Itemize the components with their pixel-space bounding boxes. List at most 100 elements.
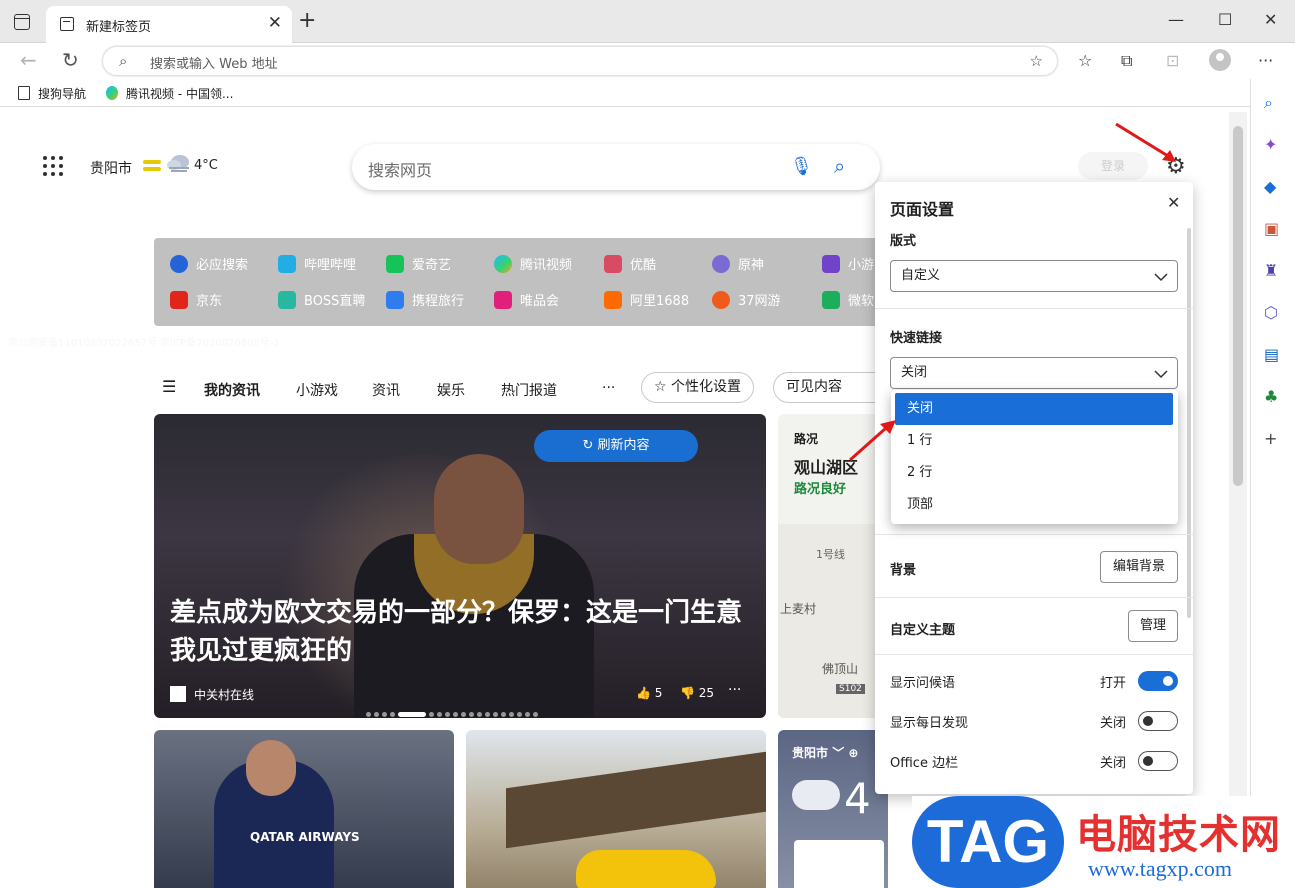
add-favorite-icon[interactable]: ☆ bbox=[1030, 52, 1043, 70]
carousel-dots[interactable] bbox=[366, 706, 541, 717]
outlook-icon[interactable]: ▤ bbox=[1264, 345, 1279, 364]
tab-news[interactable]: 资讯 bbox=[372, 380, 400, 400]
close-tab-icon[interactable]: ✕ bbox=[268, 13, 282, 33]
app-launcher-icon[interactable] bbox=[43, 156, 63, 176]
quicklink-boss[interactable]: BOSS直聘 bbox=[278, 290, 365, 309]
toolbar: ← ↻ ⌕ 搜索或输入 Web 地址 ☆ ☆ ⧉ ⊡ ··· bbox=[0, 43, 1295, 79]
tab-newtab[interactable]: 新建标签页 ✕ bbox=[46, 6, 292, 43]
tab-trending[interactable]: 热门报道 bbox=[501, 380, 557, 400]
quicklink-minigames[interactable]: 小游 bbox=[822, 254, 874, 273]
profile-avatar[interactable] bbox=[1209, 49, 1231, 71]
chevron-down-icon bbox=[1154, 273, 1168, 282]
settings-more-icon[interactable]: ··· bbox=[1258, 51, 1273, 70]
quick-links: 必应搜索 哔哩哔哩 爱奇艺 腾讯视频 优酷 原神 小游 京东 BOSS直聘 携程… bbox=[154, 238, 894, 326]
quicklink-bilibili[interactable]: 哔哩哔哩 bbox=[278, 254, 356, 273]
hero-news-card[interactable]: ↻ 刷新内容 差点成为欧文交易的一部分？保罗：这是一门生意 我见过更疯狂的 中关… bbox=[154, 414, 766, 718]
quicklink-vip[interactable]: 唯品会 bbox=[494, 290, 559, 309]
search-icon[interactable]: ⌕ bbox=[834, 154, 845, 178]
microsoft365-icon[interactable]: ⬡ bbox=[1264, 303, 1278, 322]
quicklinks-dropdown: 关闭 1 行 2 行 顶部 bbox=[891, 390, 1178, 524]
quicklink-genshin[interactable]: 原神 bbox=[712, 254, 764, 273]
map-label: 1号线 bbox=[816, 548, 845, 561]
quicklink-youku[interactable]: 优酷 bbox=[604, 254, 656, 273]
manage-theme-button[interactable]: 管理 bbox=[1128, 610, 1178, 642]
weather-warning-map bbox=[794, 840, 884, 888]
quicklink-tencent-video[interactable]: 腾讯视频 bbox=[494, 254, 572, 273]
watermark-logo: TAG bbox=[912, 796, 1064, 888]
address-bar[interactable]: ⌕ 搜索或输入 Web 地址 ☆ bbox=[102, 46, 1058, 76]
more-options-icon[interactable]: ··· bbox=[728, 682, 741, 698]
bookmark-sogou[interactable]: 搜狗导航 bbox=[18, 85, 86, 102]
option-top[interactable]: 顶部 bbox=[895, 489, 1173, 521]
add-sidebar-app-icon[interactable]: + bbox=[1264, 429, 1277, 448]
quicklink-iqiyi[interactable]: 爱奇艺 bbox=[386, 254, 451, 273]
bookmark-label: 搜狗导航 bbox=[38, 87, 87, 101]
tree-icon[interactable]: ♣ bbox=[1264, 387, 1278, 406]
scrollbar-thumb[interactable] bbox=[1233, 126, 1243, 486]
news-card-soccer[interactable]: QATAR AIRWAYS bbox=[154, 730, 454, 888]
feed-tabs: ☰ 我的资讯 小游戏 资讯 娱乐 热门报道 ··· ☆ 个性化设置 可见内容 bbox=[160, 372, 893, 403]
hero-headline[interactable]: 差点成为欧文交易的一部分？保罗：这是一门生意 我见过更疯狂的 bbox=[170, 594, 750, 670]
page-scrollbar[interactable] bbox=[1229, 112, 1247, 888]
tab-actions-icon[interactable] bbox=[14, 14, 30, 30]
microphone-icon[interactable]: 🎙 bbox=[790, 156, 813, 177]
office-sidebar-toggle[interactable] bbox=[1138, 751, 1178, 771]
news-card-car[interactable] bbox=[466, 730, 766, 888]
copilot-icon[interactable]: ✦ bbox=[1264, 135, 1277, 154]
new-tab-icon[interactable]: + bbox=[298, 9, 316, 33]
menu-icon[interactable]: ☰ bbox=[162, 377, 176, 396]
extension-icon[interactable]: ⊡ bbox=[1166, 51, 1179, 70]
bookmarks-bar: 搜狗导航 腾讯视频 - 中国领... bbox=[0, 79, 1250, 107]
maximize-icon[interactable]: ☐ bbox=[1218, 10, 1232, 29]
quicklink-1688[interactable]: 阿里1688 bbox=[604, 290, 689, 309]
like-button[interactable]: 👍 5 bbox=[636, 686, 662, 700]
panel-scrollbar[interactable] bbox=[1187, 228, 1191, 618]
weather-card-city[interactable]: 贵阳市 ﹀ ⊕ bbox=[792, 744, 858, 761]
greeting-toggle[interactable] bbox=[1138, 671, 1178, 691]
quicklink-jd[interactable]: 京东 bbox=[170, 290, 222, 309]
quicklink-ctrip[interactable]: 携程旅行 bbox=[386, 290, 464, 309]
bookmark-tencent-video[interactable]: 腾讯视频 - 中国领... bbox=[106, 85, 233, 102]
tab-more[interactable]: ··· bbox=[602, 380, 615, 396]
search-icon[interactable]: ⌕ bbox=[1264, 93, 1273, 113]
quicklink-bing[interactable]: 必应搜索 bbox=[170, 254, 248, 273]
quicklinks-select[interactable]: 关闭 bbox=[890, 357, 1178, 389]
option-2-rows[interactable]: 2 行 bbox=[895, 457, 1173, 489]
quicklink-37[interactable]: 37网游 bbox=[712, 290, 781, 309]
collections-icon[interactable]: ⧉ bbox=[1121, 51, 1132, 71]
tools-icon[interactable]: ▣ bbox=[1264, 219, 1279, 238]
option-off[interactable]: 关闭 bbox=[895, 393, 1173, 425]
tab-my-feed[interactable]: 我的资讯 bbox=[204, 380, 260, 400]
web-search-box[interactable]: 搜索网页 🎙 ⌕ bbox=[352, 144, 880, 190]
daily-discover-toggle[interactable] bbox=[1138, 711, 1178, 731]
vip-icon bbox=[494, 291, 512, 309]
search-placeholder: 搜索网页 bbox=[368, 161, 433, 180]
option-1-row[interactable]: 1 行 bbox=[895, 425, 1173, 457]
back-icon[interactable]: ← bbox=[20, 49, 37, 71]
close-window-icon[interactable]: ✕ bbox=[1264, 10, 1277, 29]
games-icon[interactable]: ♜ bbox=[1264, 261, 1278, 280]
edit-background-button[interactable]: 编辑背景 bbox=[1100, 551, 1178, 583]
favorites-icon[interactable]: ☆ bbox=[1078, 51, 1092, 70]
weather-city[interactable]: 贵阳市 bbox=[90, 158, 132, 178]
tab-minigames[interactable]: 小游戏 bbox=[296, 380, 338, 400]
microsoft-icon bbox=[822, 291, 840, 309]
personalize-button[interactable]: ☆ 个性化设置 bbox=[641, 372, 755, 403]
tab-entertainment[interactable]: 娱乐 bbox=[437, 380, 465, 400]
weather-temp[interactable]: 4°C bbox=[194, 158, 218, 173]
hero-source: 中关村在线 bbox=[170, 686, 254, 703]
weather-card[interactable]: 贵阳市 ﹀ ⊕ 4 bbox=[778, 730, 888, 888]
layout-select[interactable]: 自定义 bbox=[890, 260, 1178, 292]
traffic-label: 路况 bbox=[794, 432, 819, 446]
refresh-icon[interactable]: ↻ bbox=[62, 49, 79, 71]
daily-discover-state: 关闭 bbox=[1100, 716, 1127, 731]
close-icon[interactable]: ✕ bbox=[1167, 193, 1180, 212]
tab-strip: 新建标签页 ✕ + — ☐ ✕ bbox=[0, 0, 1295, 43]
refresh-content-button[interactable]: ↻ 刷新内容 bbox=[534, 430, 698, 462]
quicklink-microsoft[interactable]: 微软 bbox=[822, 290, 874, 309]
source-logo-icon bbox=[170, 686, 186, 702]
red-arrow-annotation bbox=[849, 420, 896, 462]
minimize-icon[interactable]: — bbox=[1168, 10, 1184, 29]
dislike-button[interactable]: 👎 25 bbox=[680, 686, 714, 700]
shopping-tag-icon[interactable]: ◆ bbox=[1264, 177, 1276, 196]
